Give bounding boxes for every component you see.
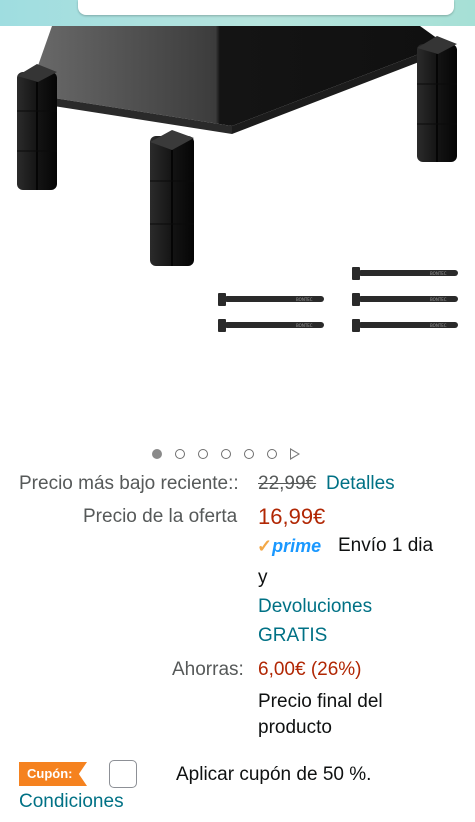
savings-label: Ahorras: [172, 659, 244, 680]
tie-brand-label: BONTEC [430, 323, 447, 328]
carousel-dot[interactable] [175, 449, 185, 459]
apply-coupon-text[interactable]: Aplicar cupón de 50 %. [176, 763, 371, 787]
apply-coupon-checkbox[interactable] [109, 760, 137, 788]
tie-brand-label: BONTEC [296, 297, 313, 302]
carousel-dot[interactable] [244, 449, 254, 459]
carousel-dot[interactable] [267, 449, 277, 459]
carousel-dot[interactable] [152, 449, 162, 459]
app-header [0, 0, 475, 26]
tie-brand-label: BONTEC [430, 271, 447, 276]
final-price-note: Precio final del [258, 691, 383, 712]
free-returns-link-line2[interactable]: GRATIS [258, 624, 327, 648]
final-price-note-line2: producto [258, 717, 332, 738]
tie-brand-label: BONTEC [430, 297, 447, 302]
prime-check-icon: ✓ [257, 536, 273, 556]
offer-price-label: Precio de la oferta [83, 506, 238, 527]
lowest-recent-price-label: Precio más bajo reciente:: [19, 473, 239, 494]
search-bar[interactable] [78, 0, 454, 15]
carousel-dot[interactable] [221, 449, 231, 459]
list-price: 22,99€ [258, 473, 317, 494]
carousel-dot[interactable] [198, 449, 208, 459]
shipping-text: Envío 1 dia [338, 535, 434, 556]
prime-logo: prime [272, 536, 322, 556]
offer-price: 16,99€ [258, 504, 326, 529]
prime-badge: ✓prime [257, 534, 321, 559]
product-image[interactable]: BONTEC BONTEC BONTEC BONTEC BONTEC [0, 26, 475, 436]
conjunction-text: y [258, 567, 268, 588]
coupon-badge: Cupón: [19, 762, 87, 786]
tie-brand-label: BONTEC [296, 323, 313, 328]
cable-ties: BONTEC BONTEC BONTEC BONTEC BONTEC [218, 267, 458, 332]
details-link[interactable]: Detalles [326, 472, 395, 496]
image-carousel-indicator [152, 447, 300, 461]
coupon-conditions-link[interactable]: Condiciones [19, 790, 124, 814]
play-video-icon[interactable] [290, 448, 300, 460]
savings-value: 6,00€ (26%) [258, 659, 362, 680]
free-returns-link[interactable]: Devoluciones [258, 595, 372, 619]
